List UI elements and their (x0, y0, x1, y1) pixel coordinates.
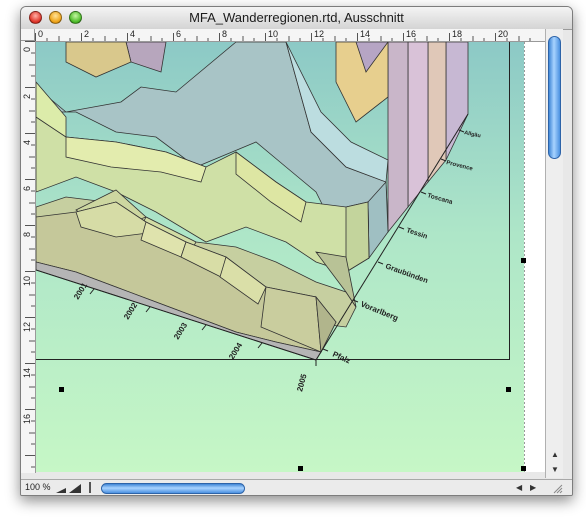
horizontal-ruler-ticks (35, 33, 531, 41)
scroll-down-arrow-icon[interactable]: ▼ (551, 465, 559, 474)
bottom-bar: 100 % ◀ ▶ (21, 479, 572, 495)
selection-handle[interactable] (298, 466, 303, 471)
vertical-scroll-thumb[interactable] (548, 36, 561, 159)
zoom-in-icon[interactable] (69, 484, 81, 493)
zoom-out-icon[interactable] (56, 488, 66, 493)
resize-grip-icon[interactable] (551, 482, 563, 494)
vertical-ruler[interactable]: 0 2 4 6 8 10 12 14 16 (21, 41, 36, 473)
ruler-label: 4 (130, 29, 136, 39)
ruler-label: 12 (22, 321, 32, 332)
ruler-label: 10 (22, 275, 32, 286)
vertical-ruler-ticks (25, 41, 35, 468)
ruler-label: 16 (406, 29, 417, 39)
window-title: MFA_Wanderregionen.rtd, Ausschnitt (189, 10, 404, 25)
horizontal-ruler[interactable]: 0 2 4 6 8 10 12 14 16 18 20 (35, 29, 545, 42)
title-bar[interactable]: MFA_Wanderregionen.rtd, Ausschnitt (21, 7, 572, 30)
scroll-up-arrow-icon[interactable]: ▲ (551, 450, 559, 459)
document-canvas[interactable]: 2001 2002 2003 2004 2005 Pfalz Vorarlber… (36, 42, 545, 472)
ruler-label: 14 (360, 29, 371, 39)
document-window: MFA_Wanderregionen.rtd, Ausschnitt 0 2 4… (20, 6, 573, 496)
series-area-toscana (407, 42, 429, 209)
chart-svg: 2001 2002 2003 2004 2005 Pfalz Vorarlber… (36, 42, 525, 472)
ruler-label: 2 (84, 29, 90, 39)
ruler-label: 12 (314, 29, 325, 39)
ruler-label: 4 (22, 139, 32, 145)
scroll-right-arrow-icon[interactable]: ▶ (530, 483, 536, 492)
ruler-label: 2 (22, 93, 32, 99)
ruler-label: 18 (452, 29, 463, 39)
selection-handle[interactable] (506, 387, 511, 392)
series-area-provence (427, 42, 447, 184)
ruler-origin[interactable] (21, 29, 35, 41)
ruler-label: 0 (38, 29, 44, 39)
ruler-label: 6 (22, 185, 32, 191)
ruler-label: 20 (498, 29, 509, 39)
ruler-label: 0 (22, 46, 32, 52)
ruler-label: 10 (268, 29, 279, 39)
horizontal-scroll-thumb[interactable] (101, 483, 245, 494)
zoom-level[interactable]: 100 % (25, 482, 51, 492)
ruler-label: 6 (176, 29, 182, 39)
ruler-label: 14 (22, 367, 32, 378)
vertical-scrollbar[interactable]: ▲ ▼ (545, 29, 563, 478)
ruler-label: 8 (222, 29, 228, 39)
selection-handle[interactable] (521, 466, 526, 471)
ruler-label: 8 (22, 231, 32, 237)
selection-handle[interactable] (521, 258, 526, 263)
selection-handle[interactable] (59, 387, 64, 392)
ruler-label: 16 (22, 413, 32, 424)
divider-icon (89, 482, 91, 493)
scroll-left-arrow-icon[interactable]: ◀ (516, 483, 522, 492)
zoom-controls (56, 484, 81, 493)
